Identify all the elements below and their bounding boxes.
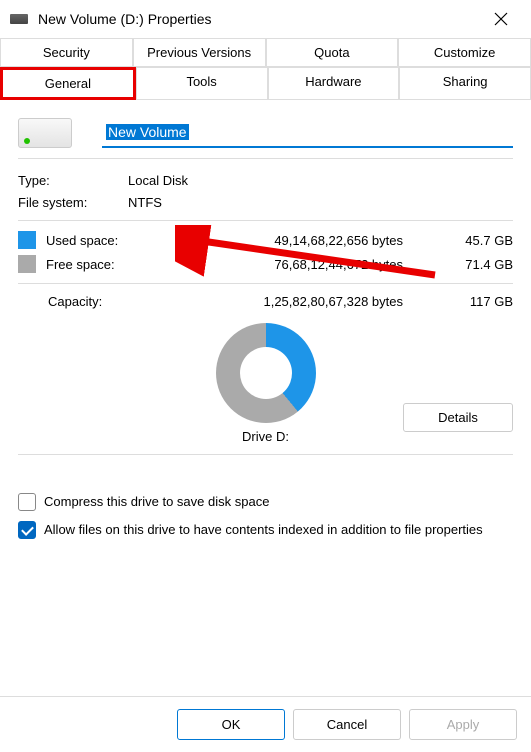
filesystem-label: File system: — [18, 195, 128, 210]
window-title: New Volume (D:) Properties — [38, 11, 481, 27]
divider — [18, 454, 513, 455]
index-label: Allow files on this drive to have conten… — [44, 521, 483, 539]
free-space-label: Free space: — [46, 257, 166, 272]
used-space-gb: 45.7 GB — [443, 233, 513, 248]
apply-button: Apply — [409, 709, 517, 740]
divider — [18, 158, 513, 159]
space-donut-chart — [216, 323, 316, 423]
tab-strip: Security Previous Versions Quota Customi… — [0, 38, 531, 100]
tab-content-general: New Volume Type: Local Disk File system:… — [0, 100, 531, 559]
details-button[interactable]: Details — [403, 403, 513, 432]
tab-security[interactable]: Security — [0, 38, 133, 67]
drive-small-icon — [10, 14, 28, 24]
used-space-bytes: 49,14,68,22,656 bytes — [166, 233, 443, 248]
drive-icon — [18, 118, 72, 148]
used-space-label: Used space: — [46, 233, 166, 248]
compress-label: Compress this drive to save disk space — [44, 493, 269, 511]
tab-customize[interactable]: Customize — [398, 38, 531, 67]
compress-checkbox[interactable] — [18, 493, 36, 511]
free-space-bytes: 76,68,12,44,672 bytes — [166, 257, 443, 272]
ok-button[interactable]: OK — [177, 709, 285, 740]
capacity-gb: 117 GB — [443, 294, 513, 309]
tab-hardware[interactable]: Hardware — [268, 67, 400, 100]
tab-sharing[interactable]: Sharing — [399, 67, 531, 100]
tab-tools[interactable]: Tools — [136, 67, 268, 100]
titlebar: New Volume (D:) Properties — [0, 0, 531, 38]
close-icon — [494, 12, 508, 26]
divider — [18, 283, 513, 284]
index-checkbox-row[interactable]: Allow files on this drive to have conten… — [18, 521, 513, 539]
tab-previous-versions[interactable]: Previous Versions — [133, 38, 266, 67]
filesystem-value: NTFS — [128, 195, 162, 210]
used-space-swatch — [18, 231, 36, 249]
tab-general[interactable]: General — [0, 67, 136, 100]
close-button[interactable] — [481, 4, 521, 34]
dialog-footer: OK Cancel Apply — [0, 696, 531, 752]
type-label: Type: — [18, 173, 128, 188]
index-checkbox[interactable] — [18, 521, 36, 539]
free-space-swatch — [18, 255, 36, 273]
capacity-label: Capacity: — [18, 294, 166, 309]
capacity-bytes: 1,25,82,80,67,328 bytes — [166, 294, 443, 309]
volume-name-input[interactable]: New Volume — [102, 118, 513, 148]
type-value: Local Disk — [128, 173, 188, 188]
free-space-gb: 71.4 GB — [443, 257, 513, 272]
cancel-button[interactable]: Cancel — [293, 709, 401, 740]
divider — [18, 220, 513, 221]
compress-checkbox-row[interactable]: Compress this drive to save disk space — [18, 493, 513, 511]
tab-quota[interactable]: Quota — [266, 38, 399, 67]
